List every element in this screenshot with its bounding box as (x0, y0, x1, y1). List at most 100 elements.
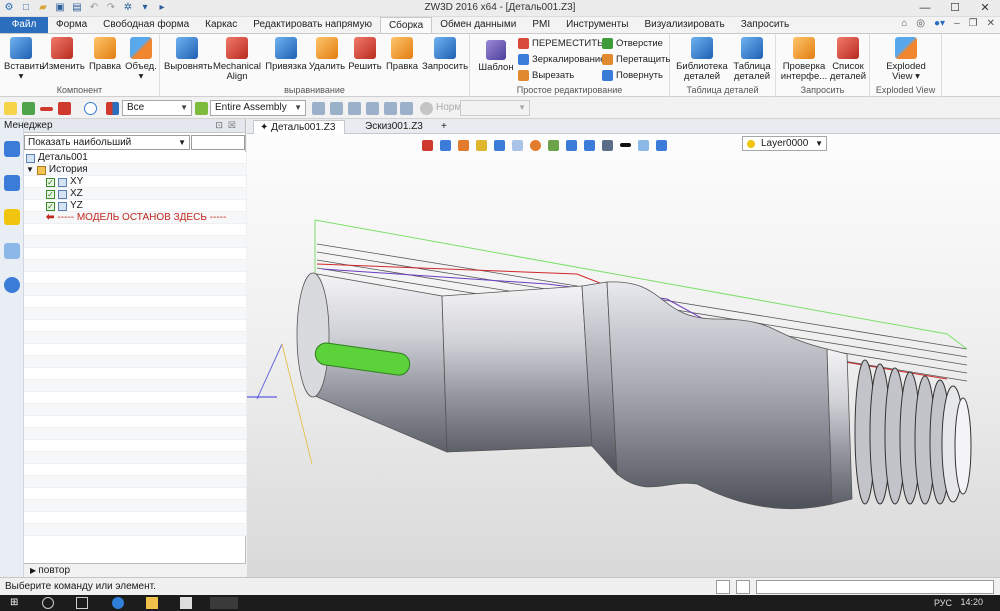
tab-form[interactable]: Форма (48, 17, 95, 33)
manager-search-input[interactable] (191, 135, 245, 150)
filter-icon[interactable] (58, 102, 71, 115)
language-indicator[interactable]: РУС (934, 598, 952, 608)
combine-button[interactable]: Объед. ▾ (124, 37, 158, 82)
mirror-button[interactable]: Зеркалирование (518, 54, 605, 65)
modify-button[interactable]: Изменить (42, 37, 85, 72)
mechanical-align-button[interactable]: Mechanical Align (212, 37, 262, 82)
move-button[interactable]: ПЕРЕМЕСТИТЬ (518, 38, 603, 49)
align-button[interactable]: Выровнять (164, 37, 212, 72)
tab-query[interactable]: Запросить (733, 17, 798, 33)
ribbon-group-align: Выровнять Mechanical Align Привязка Удали… (160, 34, 470, 97)
file-menu[interactable]: Файл (0, 17, 48, 33)
visual-manager-icon[interactable] (4, 243, 20, 259)
assembly-scope-select[interactable]: Entire Assembly ▼ (210, 100, 306, 116)
add-pick-icon[interactable] (22, 102, 35, 115)
rotate-button[interactable]: Повернуть (602, 70, 663, 81)
tab-freeform[interactable]: Свободная форма (95, 17, 197, 33)
tab-visualize[interactable]: Визуализировать (636, 17, 732, 33)
snap-toolbar-icon[interactable] (384, 102, 397, 115)
user-icon[interactable] (4, 277, 20, 293)
store-icon[interactable] (180, 597, 192, 609)
tree-item-plane-yz[interactable]: ✓ YZ (46, 200, 83, 212)
rollback-marker[interactable]: ⬅ ----- МОДЕЛЬ ОСТАНОВ ЗДЕСЬ ----- (46, 212, 226, 224)
tab-wireframe[interactable]: Каркас (197, 17, 245, 33)
tab-assembly[interactable]: Сборка (379, 17, 433, 33)
delete-constraint-button[interactable]: Удалить (308, 37, 346, 72)
cut-button[interactable]: Вырезать (518, 70, 574, 81)
snap-toolbar-icon[interactable] (366, 102, 379, 115)
checkbox[interactable]: ✓ (46, 177, 55, 187)
group-label: Exploded View (875, 85, 936, 95)
maximize-button[interactable]: ☐ (940, 0, 970, 17)
zw3d-taskbar-icon[interactable] (210, 597, 238, 609)
drag-button[interactable]: Перетащить (602, 54, 670, 65)
browser-icon[interactable] (112, 597, 124, 609)
remove-pick-icon[interactable] (40, 107, 53, 111)
manager-filter-select[interactable]: Показать наибольший ▼ (24, 135, 190, 150)
snap-toolbar-icon[interactable] (400, 102, 413, 115)
status-toggle-icon[interactable] (736, 580, 750, 594)
plane-icon (58, 189, 67, 199)
help-icon[interactable]: ●▾ (934, 18, 945, 29)
history-manager-icon[interactable] (4, 141, 20, 157)
explorer-icon[interactable] (146, 597, 158, 609)
tab-direct-edit[interactable]: Редактировать напрямую (245, 17, 380, 33)
doc-minimize-icon[interactable]: – (954, 18, 960, 29)
exploded-view-button[interactable]: Exploded View ▾ (878, 37, 934, 82)
minimize-ribbon-icon[interactable]: ⌂ (901, 18, 907, 29)
filter-list-icon[interactable] (106, 102, 119, 115)
search-icon[interactable] (42, 597, 54, 609)
chevron-down-icon[interactable]: ▼ (26, 164, 34, 176)
hole-button[interactable]: Отверстие (602, 38, 663, 49)
insert-button[interactable]: Вставить ▾ (4, 37, 44, 82)
close-button[interactable]: ✕ (970, 0, 1000, 17)
tab-data-exchange[interactable]: Обмен данными (432, 17, 524, 33)
norm-select[interactable]: ▼ (460, 100, 530, 116)
tab-document-part[interactable]: ✦ Деталь001.Z3 ✕ (253, 120, 345, 146)
sphere-pick-icon[interactable] (84, 102, 97, 115)
redo-section[interactable]: ▶ повтор (24, 563, 246, 577)
assembly-manager-icon[interactable] (4, 175, 20, 191)
checkbox[interactable]: ✓ (46, 189, 55, 199)
parts-list-button[interactable]: Список деталей (828, 37, 868, 82)
start-icon[interactable]: ⊞ (10, 597, 22, 609)
edit-component-button[interactable]: Правка (88, 37, 122, 72)
snap-toolbar-icon[interactable] (348, 102, 361, 115)
tree-item-plane-xy[interactable]: ✓ XY (46, 176, 83, 188)
tree-item-history[interactable]: ▼ История (26, 164, 88, 176)
window-title: ZW3D 2016 x64 - [Деталь001.Z3] (424, 2, 576, 13)
pin-icon[interactable]: ⊡ (215, 120, 228, 130)
command-input[interactable] (756, 580, 994, 594)
snap-toolbar-icon[interactable] (312, 102, 325, 115)
solve-button[interactable]: Решить (346, 37, 384, 72)
tab-pmi[interactable]: PMI (524, 17, 558, 33)
minimize-button[interactable]: — (910, 0, 940, 17)
new-tab-button[interactable]: + (435, 120, 453, 134)
filter-select[interactable]: Все ▼ (122, 100, 192, 116)
community-icon[interactable]: ◎ (916, 18, 925, 29)
modify-icon (51, 37, 73, 59)
parts-table-button[interactable]: Таблица деталей (732, 37, 772, 82)
part-library-icon[interactable] (4, 209, 20, 225)
status-toggle-icon[interactable] (716, 580, 730, 594)
query-constraint-button[interactable]: Запросить (422, 37, 468, 72)
tab-tools[interactable]: Инструменты (558, 17, 636, 33)
tree-item-root[interactable]: Деталь001 (26, 152, 88, 164)
edit-constraint-button[interactable]: Правка (384, 37, 420, 72)
pin-tab-icon[interactable]: ✦ (260, 122, 271, 133)
pick-cursor-icon[interactable] (4, 102, 17, 115)
task-view-icon[interactable] (76, 597, 88, 609)
interference-check-button[interactable]: Проверка интерфе... (780, 37, 828, 82)
tree-item-plane-xz[interactable]: ✓ XZ (46, 188, 83, 200)
snap-button[interactable]: Привязка (264, 37, 308, 72)
doc-restore-icon[interactable]: ❐ (969, 18, 978, 29)
close-panel-icon[interactable]: ☒ (228, 120, 241, 130)
3d-viewport[interactable]: Layer0000 ▼ (247, 134, 1000, 577)
doc-close-icon[interactable]: ✕ (987, 18, 995, 29)
parts-library-button[interactable]: Библиотека деталей (674, 37, 730, 82)
pattern-button[interactable]: Шаблон (476, 40, 516, 73)
tab-document-sketch[interactable]: Эскиз001.Z3 ✕ (359, 120, 431, 145)
snap-toolbar-icon[interactable] (330, 102, 343, 115)
clock[interactable]: 14:20 (960, 597, 983, 607)
checkbox[interactable]: ✓ (46, 201, 55, 211)
